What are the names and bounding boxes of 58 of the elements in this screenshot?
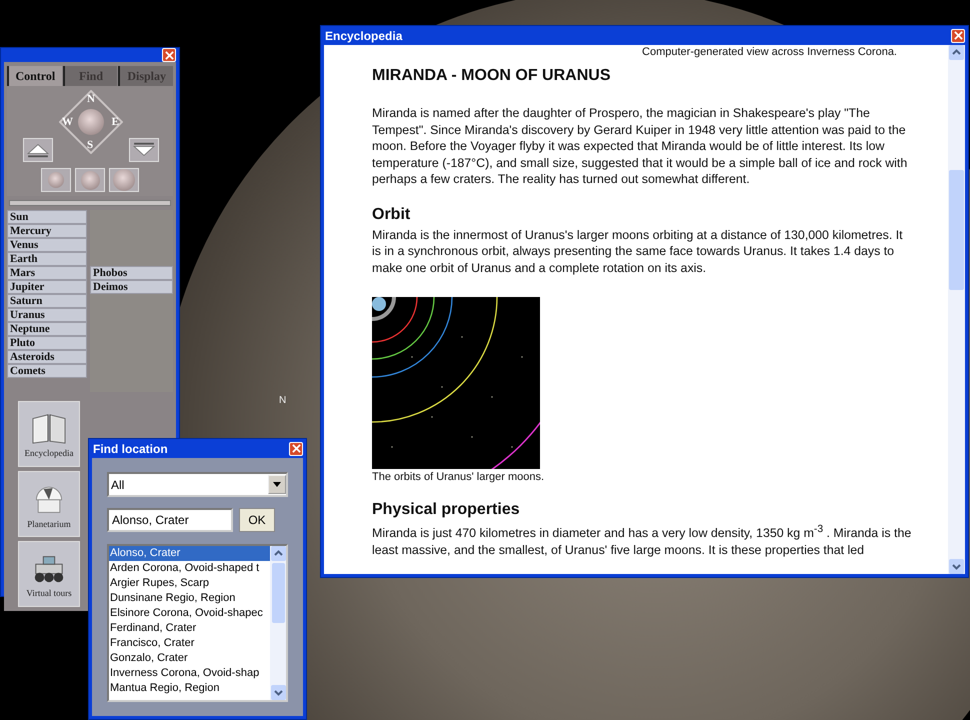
map-label: N: [279, 395, 286, 406]
planet-item[interactable]: Neptune: [7, 322, 87, 336]
result-item[interactable]: Mantua Regio, Region: [109, 681, 270, 696]
scroll-down-icon[interactable]: [270, 685, 286, 700]
section-heading: Orbit: [372, 206, 412, 224]
planet-item[interactable]: Pluto: [7, 336, 87, 350]
paragraph: Miranda is just 470 kilometres in diameter and has a very low density, 1350 kg m$^{-3}$ . Miranda is the least massive, and the smallest, of Uranus' five large moons. It is these properties that led: [372, 523, 912, 558]
compass-pad[interactable]: N E S W: [59, 90, 123, 154]
result-item[interactable]: Inverness Corona, Ovoid-shap: [109, 666, 270, 681]
scrollbar[interactable]: [270, 546, 286, 700]
planet-item[interactable]: Saturn: [7, 294, 87, 308]
search-field[interactable]: Alonso, Crater: [107, 508, 233, 532]
tool-button[interactable]: Encyclopedia: [18, 401, 80, 467]
scroll-thumb[interactable]: [272, 563, 284, 623]
planet-item[interactable]: Asteroids: [7, 350, 87, 364]
result-item[interactable]: Ferdinand, Crater: [109, 621, 270, 636]
result-item[interactable]: Argier Rupes, Scarp: [109, 576, 270, 591]
window-title: Find location: [93, 442, 168, 456]
close-button[interactable]: [162, 48, 176, 62]
planet-item[interactable]: Jupiter: [7, 280, 87, 294]
category-dropdown[interactable]: All: [107, 472, 288, 497]
ok-button[interactable]: OK: [239, 508, 275, 532]
result-item[interactable]: Alonso, Crater: [109, 546, 270, 561]
window-title: Encyclopedia: [325, 28, 402, 42]
moon-item[interactable]: Deimos: [90, 280, 173, 294]
result-item[interactable]: Francisco, Crater: [109, 636, 270, 651]
scroll-thumb[interactable]: [949, 170, 964, 290]
result-item[interactable]: Elsinore Corona, Ovoid-shapec: [109, 606, 270, 621]
result-item[interactable]: Dunsinane Regio, Region: [109, 591, 270, 606]
planet-item[interactable]: Uranus: [7, 308, 87, 322]
scrollbar[interactable]: [948, 45, 965, 574]
paragraph: Miranda is the innermost of Uranus's larger moons orbiting at a distance of 130,000 kilometres. It is in a synchronous orbit, always presenting the same face towards Uranus. It takes 1.4 days to make one orbit of Uranus and a complete rotation on its axis.: [372, 226, 904, 276]
tool-button[interactable]: Virtual tours: [18, 541, 80, 607]
up-button[interactable]: [23, 138, 53, 162]
scroll-down-icon[interactable]: [949, 559, 964, 574]
scroll-up-icon[interactable]: [949, 45, 964, 60]
tool-button[interactable]: Planetarium: [18, 471, 80, 537]
down-button[interactable]: [129, 138, 159, 162]
scroll-up-icon[interactable]: [270, 546, 286, 561]
close-button[interactable]: [951, 28, 965, 42]
moon-item[interactable]: Phobos: [90, 266, 173, 280]
planet-item[interactable]: Mars: [7, 266, 87, 280]
section-heading: Physical properties: [372, 501, 521, 519]
caret-icon: [268, 475, 286, 494]
image-caption: Computer-generated view across Inverness Corona.: [641, 46, 897, 58]
planet-item[interactable]: Earth: [7, 252, 87, 266]
result-item[interactable]: Arden Corona, Ovoid-shaped t: [109, 561, 270, 576]
paragraph: Miranda is named after the daughter of Prospero, the magician in Shakespeare's play "The Tempest". Since Miranda's discovery by Gerard Kuiper in 1948 very little attention was paid to the moon. Before the Voyager flyby it was expected that Miranda would be of little interest. Its low temperature (-187°C), and small size, suggested that it would be a simple ball of ice and rock with perhaps a few craters. The reality has turned out somewhat different.: [372, 105, 908, 188]
tab[interactable]: Control: [7, 66, 62, 86]
close-button[interactable]: [289, 442, 303, 456]
planet-item[interactable]: Sun: [7, 210, 87, 224]
planet-item[interactable]: Mercury: [7, 224, 87, 238]
figure-caption: The orbits of Uranus' larger moons.: [372, 471, 546, 483]
result-item[interactable]: Gonzalo, Crater: [109, 651, 270, 666]
planet-item[interactable]: Comets: [7, 364, 87, 378]
article-title: MIRANDA - MOON OF URANUS: [372, 67, 612, 85]
slider-track[interactable]: [9, 200, 171, 206]
planet-item[interactable]: Venus: [7, 238, 87, 252]
